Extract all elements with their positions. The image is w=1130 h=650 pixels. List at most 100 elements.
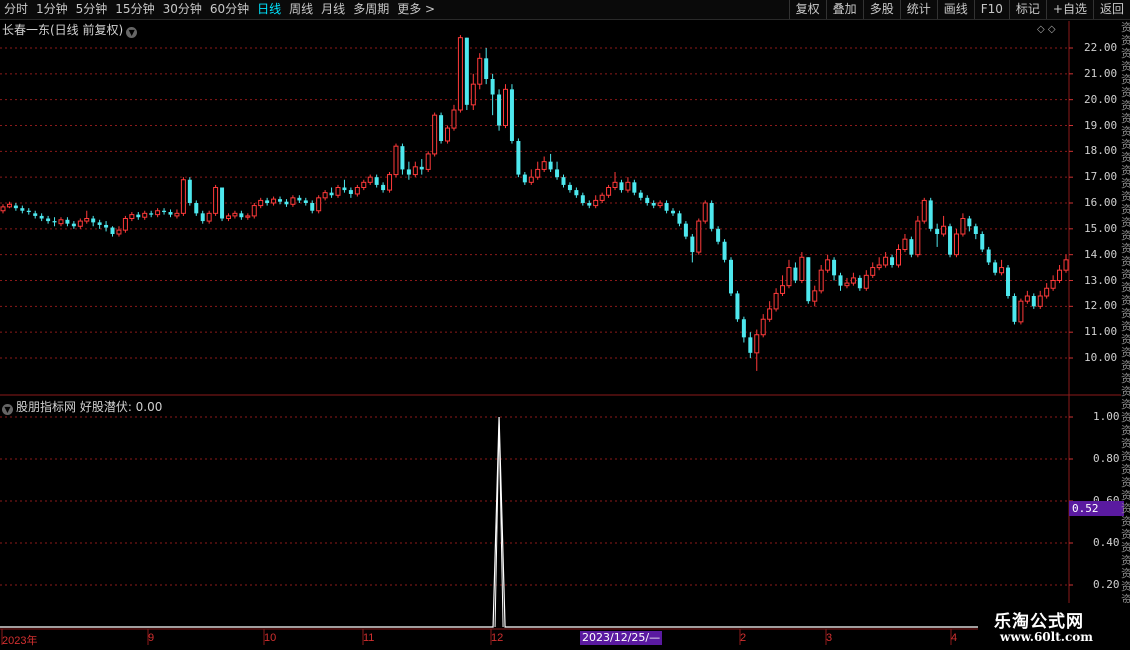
candle-down [110, 226, 115, 237]
candle-down [580, 192, 585, 206]
toolbar-button-5[interactable]: F10 [973, 0, 1009, 19]
candle-body [748, 337, 753, 353]
candle-down [973, 223, 978, 240]
price-tick-label: 14.00 [1084, 247, 1118, 261]
candle-down [890, 254, 895, 268]
candle-body [271, 198, 277, 204]
candle-down [574, 187, 579, 198]
candle-body [780, 285, 786, 294]
candle-body [239, 213, 244, 218]
candle-body [180, 179, 186, 214]
candle-up [702, 200, 708, 224]
candle-up [593, 195, 599, 209]
candle-down [793, 262, 798, 284]
candle-body [1018, 300, 1024, 323]
chevron-down-icon[interactable]: ▼ [126, 27, 138, 38]
period-tab-9[interactable]: 多周期 [349, 0, 393, 19]
period-tab-2[interactable]: 5分钟 [72, 0, 112, 19]
toolbar-button-3[interactable]: 统计 [899, 0, 937, 19]
candle-body [696, 220, 702, 253]
candle-down [490, 73, 495, 116]
candle-body [619, 182, 624, 191]
candle-body [20, 208, 25, 211]
candle-down [374, 174, 379, 188]
candle-down [683, 221, 688, 240]
crosshair-date-label: 2023/12/25/— [580, 631, 663, 645]
candle-body [509, 89, 514, 141]
side-panel-edge[interactable]: 资资资资资资资资资资资资资资资资资资资资资资资资资资资资资资资资资资资资资资资资… [1121, 21, 1130, 650]
candle-up [77, 218, 83, 229]
candle-down [484, 48, 489, 85]
candle-body [464, 37, 469, 105]
candle-body [97, 222, 102, 225]
candle-body [84, 218, 90, 222]
candle-body [174, 212, 180, 217]
toolbar-button-2[interactable]: 多股 [862, 0, 900, 19]
price-tick-label: 19.00 [1084, 118, 1118, 132]
candle-body [1050, 280, 1056, 289]
toolbar-button-6[interactable]: 标记 [1008, 0, 1046, 19]
candle-body [1037, 295, 1043, 307]
candle-up [953, 228, 959, 258]
candle-down [651, 200, 656, 209]
diamond-icon[interactable]: ◇ ◇ [1037, 24, 1056, 35]
candle-down [716, 226, 721, 245]
candle-down [838, 272, 843, 291]
period-toolbar: 分时 1分钟 5分钟 15分钟 30分钟 60分钟 日线 周线 月线 多周期 更多 > 复权 叠加 多股… [0, 0, 1130, 20]
candle-body [1044, 287, 1050, 297]
main-chart-title: 长春一东(日线 前复权) ▼ [2, 21, 138, 38]
chevron-down-icon[interactable]: ▼ [2, 404, 13, 415]
toolbar-button-0[interactable]: 复权 [788, 0, 826, 19]
period-tab-5[interactable]: 60分钟 [206, 0, 253, 19]
candle-body [844, 282, 850, 287]
candle-up [142, 210, 148, 220]
candle-body [361, 181, 367, 188]
candle-body [406, 169, 411, 175]
candle-body [445, 127, 451, 142]
candle-down [400, 143, 405, 175]
candle-body [799, 256, 805, 281]
candle-body [142, 212, 148, 218]
candle-body [921, 199, 927, 222]
candle-up [122, 215, 128, 233]
toolbar-button-7[interactable]: +自选 [1045, 0, 1093, 19]
toolbar-button-4[interactable]: 画线 [936, 0, 974, 19]
price-tick-label: 11.00 [1084, 325, 1118, 339]
candle-body [451, 109, 457, 129]
period-tab-7[interactable]: 周线 [285, 0, 317, 19]
period-tab-8[interactable]: 月线 [317, 0, 349, 19]
candle-body [419, 166, 424, 170]
candle-down [284, 199, 289, 207]
period-tab-3[interactable]: 15分钟 [111, 0, 158, 19]
candle-down [91, 215, 96, 227]
candle-body [683, 223, 688, 237]
candle-body [606, 187, 612, 196]
period-tab-0[interactable]: 分时 [0, 0, 32, 19]
candle-up [825, 254, 831, 273]
candle-body [561, 177, 566, 185]
toolbar-button-1[interactable]: 叠加 [825, 0, 863, 19]
period-tab-4[interactable]: 30分钟 [159, 0, 206, 19]
price-tick-label: 17.00 [1084, 170, 1118, 184]
candle-down [187, 177, 192, 206]
period-tab-1[interactable]: 1分钟 [32, 0, 72, 19]
candle-down [194, 200, 199, 216]
candle-body [825, 259, 831, 271]
candle-up [1024, 290, 1030, 304]
candle-body [162, 210, 167, 213]
candle-body [354, 187, 360, 195]
candle-body [400, 146, 405, 170]
price-tick-label: 15.00 [1084, 221, 1118, 235]
period-tab-10[interactable]: 更多 > [393, 0, 439, 19]
candle-up [180, 177, 186, 216]
period-tab-6[interactable]: 日线 [253, 0, 285, 19]
candle-body [522, 174, 527, 183]
toolbar-button-8[interactable]: 返回 [1092, 0, 1130, 19]
candle-body [857, 277, 862, 289]
candle-body [284, 201, 289, 205]
candle-up [232, 210, 238, 219]
chart-canvas[interactable] [0, 0, 1130, 650]
candle-body [265, 200, 270, 203]
candle-down [735, 290, 740, 322]
candle-body [342, 187, 347, 191]
